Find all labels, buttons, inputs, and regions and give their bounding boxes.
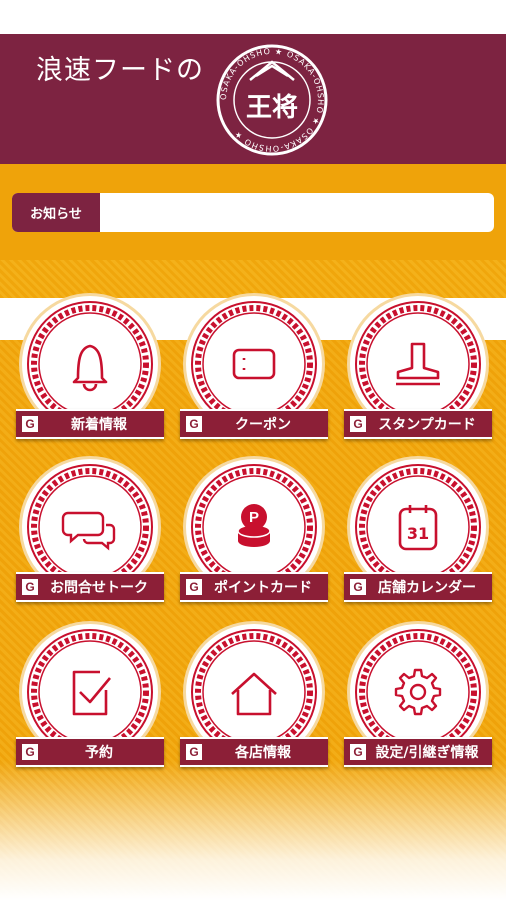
menu-tile-calendar[interactable]: 31 G 店舗カレンダー [344,459,492,611]
menu-tile-home[interactable]: G 各店情報 [180,624,328,776]
g-badge-icon: G [22,416,38,432]
menu-label: ポイントカード [214,580,312,596]
svg-text:P: P [249,509,259,526]
menu-label-bar: G 予約 [16,737,164,767]
coupon-icon [232,348,276,380]
menu-label: スタンプカード [378,417,476,433]
menu-tile-coupon[interactable]: G クーポン [180,296,328,448]
notice-bar[interactable]: お知らせ [12,193,494,232]
status-bar [0,0,506,34]
menu-tile-checkbox[interactable]: G 予約 [16,624,164,776]
g-badge-icon: G [186,744,202,760]
logo-kanji: 王将 [246,93,298,123]
g-badge-icon: G [186,416,202,432]
bell-icon [72,344,108,392]
menu-label-bar: G 新着情報 [16,409,164,439]
menu-label-bar: G スタンプカード [344,409,492,439]
brand-text: 浪速フードの [36,55,204,86]
menu-label: 設定/引継ぎ情報 [375,745,479,761]
notice-label: お知らせ [12,193,100,232]
g-badge-icon: G [186,579,202,595]
menu-label-bar: G お問合せトーク [16,572,164,602]
menu-label-bar: G 店舗カレンダー [344,572,492,602]
home-icon [231,672,277,716]
point-coins-icon: P [237,504,271,547]
ohsho-logo: OSAKA-OHSHO ★ OSAKA-OHSHO ★ OSAKA-OHSHO … [216,44,328,156]
menu-label: 予約 [85,745,113,761]
menu-tile-stamp[interactable]: G スタンプカード [344,296,492,448]
g-badge-icon: G [350,744,366,760]
calendar-icon: 31 [398,505,438,551]
menu-tile-gear[interactable]: G 設定/引継ぎ情報 [344,624,492,776]
menu-tile-chat[interactable]: G お問合せトーク [16,459,164,611]
stamp-icon [396,342,440,386]
decorative-stripe [0,260,506,298]
chat-icon [61,511,116,551]
menu-label: 各店情報 [235,745,291,761]
menu-label-bar: G ポイントカード [180,572,328,602]
menu-label-bar: G クーポン [180,409,328,439]
menu-label: 新着情報 [71,417,127,433]
calendar-day-text: 31 [407,524,429,543]
menu-label-bar: G 設定/引継ぎ情報 [344,737,492,767]
menu-label-bar: G 各店情報 [180,737,328,767]
g-badge-icon: G [22,579,38,595]
menu-label: 店舗カレンダー [378,580,476,596]
checkbox-icon [72,670,111,716]
menu-label: お問合せトーク [50,580,148,596]
g-badge-icon: G [22,744,38,760]
g-badge-icon: G [350,416,366,432]
menu-label: クーポン [235,417,291,433]
menu-tile-bell[interactable]: G 新着情報 [16,296,164,448]
menu-tile-point-coins[interactable]: P G ポイントカード [180,459,328,611]
g-badge-icon: G [350,579,366,595]
gear-icon [394,668,442,716]
